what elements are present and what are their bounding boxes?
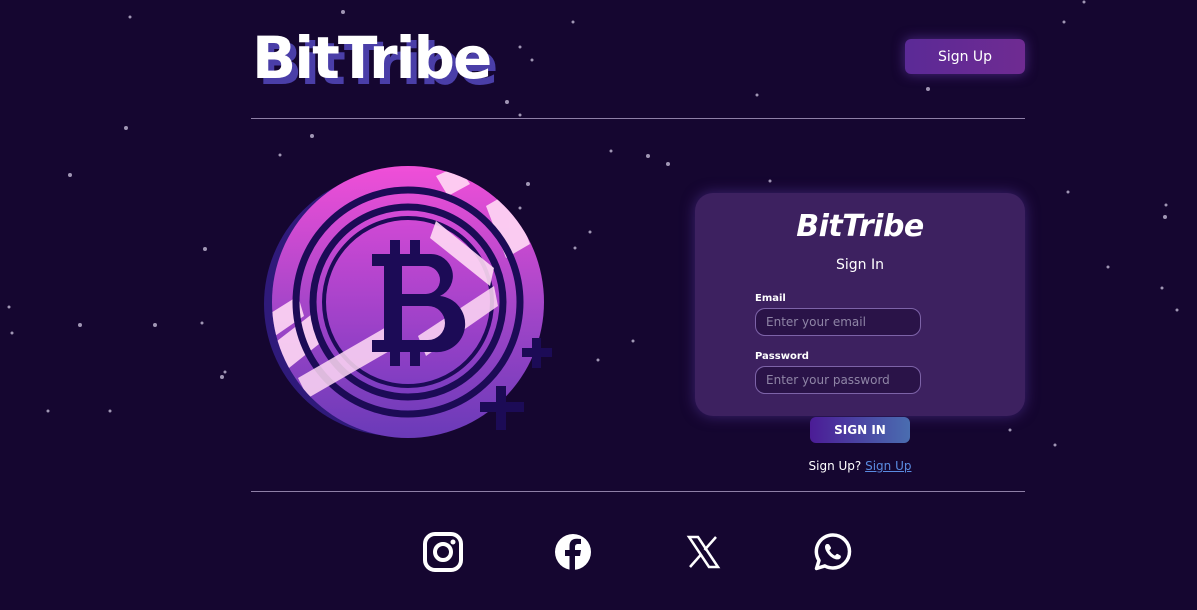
brand-logo: BitTribe — [252, 24, 492, 92]
login-card-brand: BitTribe — [796, 209, 924, 244]
header-signup-button[interactable]: Sign Up — [905, 39, 1025, 74]
login-card-title: Sign In — [836, 257, 884, 273]
signup-prompt: Sign Up? Sign Up — [760, 459, 960, 473]
facebook-icon[interactable] — [553, 532, 593, 572]
password-label: Password — [755, 351, 809, 362]
signup-prompt-text: Sign Up? — [808, 459, 862, 473]
email-label: Email — [755, 293, 786, 304]
password-field[interactable] — [755, 366, 921, 394]
x-icon[interactable] — [683, 532, 723, 572]
email-field[interactable] — [755, 308, 921, 336]
login-card: BitTribe Sign In Email Password — [695, 193, 1025, 416]
bitcoin-coin-illustration — [264, 166, 552, 438]
footer-divider — [251, 491, 1025, 492]
whatsapp-icon[interactable] — [813, 532, 853, 572]
sign-in-button[interactable]: SIGN IN — [810, 417, 910, 443]
header-divider — [251, 118, 1025, 119]
signup-link[interactable]: Sign Up — [865, 459, 911, 473]
instagram-icon[interactable] — [423, 532, 463, 572]
page: BitTribe Sign Up BitTribe Sign In Email … — [0, 0, 1197, 610]
